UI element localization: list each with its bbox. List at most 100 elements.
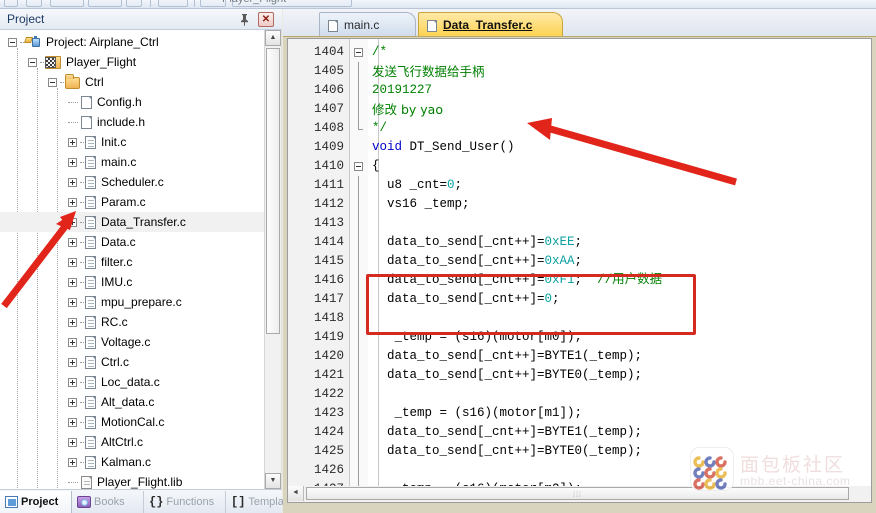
code-line[interactable]: 1404 /* [288,43,871,62]
scroll-left-arrow-icon[interactable]: ◄ [288,486,304,501]
code-line[interactable]: 1425 data_to_send[_cnt++]=BYTE0(_temp); [288,442,871,461]
tree-item-player-flight[interactable]: Player_Flight [0,52,264,72]
toolbar-button-ghost[interactable] [126,0,142,7]
code-editor[interactable]: 1404 /* 1405 发送飞行数据给手柄 1406 20191227 1407 修改 by… [287,38,872,494]
toolbar-button-ghost[interactable] [88,0,122,7]
tree-item-ctrl[interactable]: Ctrl [0,72,264,92]
editor-tab-main-c[interactable]: main.c [319,12,416,36]
code-text[interactable]: 1404 /* 1405 发送飞行数据给手柄 1406 20191227 1407 修改 by… [288,39,871,493]
bottom-tab-project[interactable]: Project [0,491,72,513]
code-line[interactable]: 1407 修改 by yao [288,100,871,119]
expand-icon[interactable] [68,318,77,328]
tree-item-ctrl-c[interactable]: Ctrl.c [0,352,264,372]
tree-item-kalman-c[interactable]: Kalman.c [0,452,264,472]
code-line[interactable]: 1421 data_to_send[_cnt++]=BYTE0(_temp); [288,366,871,385]
bottom-tab-books[interactable]: Books [72,491,144,513]
code-line[interactable]: 1413 [288,214,871,233]
code-line[interactable]: 1416 data_to_send[_cnt++]=0xF1; //用户数据 [288,271,871,290]
collapse-icon[interactable] [8,38,17,48]
expand-icon[interactable] [68,338,77,348]
code-line[interactable]: 1418 [288,309,871,328]
tree-item-config-h[interactable]: Config.h [0,92,264,112]
toolbar-button-ghost[interactable] [50,0,84,7]
code-line[interactable]: 1415 data_to_send[_cnt++]=0xAA; [288,252,871,271]
tree-item-imu-c[interactable]: IMU.c [0,272,264,292]
project-tree[interactable]: Project: Airplane_Ctrl Player_Flight Ctrl C… [0,32,264,489]
editor-horizontal-scrollbar[interactable]: ◄ ⦙⦙⦙ [287,486,872,503]
code-line-text: 20191227 [372,83,433,97]
expand-icon[interactable] [68,458,77,468]
tree-item-rc-c[interactable]: RC.c [0,312,264,332]
scrollbar-thumb[interactable] [266,48,280,334]
scroll-down-arrow-icon[interactable]: ▼ [265,473,281,489]
expand-icon[interactable] [68,438,77,448]
expand-icon[interactable] [68,158,77,168]
code-line[interactable]: 1424 data_to_send[_cnt++]=BYTE1(_temp); [288,423,871,442]
expand-icon[interactable] [68,298,77,308]
tree-item-player-flight-lib[interactable]: Player_Flight.lib [0,472,264,489]
expand-icon[interactable] [68,358,77,368]
code-line[interactable]: 1411 u8 _cnt=0; [288,176,871,195]
code-line[interactable]: 1422 [288,385,871,404]
expand-icon[interactable] [68,278,77,288]
project-tree-scrollbar[interactable]: ▲ ▼ [264,30,281,489]
code-line[interactable]: 1406 20191227 [288,81,871,100]
tree-item-main-c[interactable]: main.c [0,152,264,172]
code-line[interactable]: 1408 */ [288,119,871,138]
toolbar-button-ghost[interactable] [26,0,42,7]
expand-icon[interactable] [68,138,77,148]
collapse-icon[interactable] [28,58,37,68]
code-line[interactable]: 1419 _temp = (s16)(motor[m0]); [288,328,871,347]
expand-icon[interactable] [68,258,77,268]
tree-item-include-h[interactable]: include.h [0,112,264,132]
code-line-text: /* [372,45,388,59]
code-line[interactable]: 1423 _temp = (s16)(motor[m1]); [288,404,871,423]
source-file-icon [85,356,96,370]
tree-item-data-c[interactable]: Data.c [0,232,264,252]
project-pane-tabbar[interactable]: Project Books{} Functions[] Templates [0,489,310,513]
code-line[interactable]: 1414 data_to_send[_cnt++]=0xEE; [288,233,871,252]
expand-icon[interactable] [68,178,77,188]
tree-item-loc-data-c[interactable]: Loc_data.c [0,372,264,392]
expand-icon[interactable] [68,198,77,208]
editor-tab-data-transfer-c[interactable]: Data_Transfer.c [418,12,563,36]
tree-item-alt-data-c[interactable]: Alt_data.c [0,392,264,412]
code-line[interactable]: 1426 [288,461,871,480]
code-line[interactable]: 1409 void DT_Send_User() [288,138,871,157]
tree-item-project-airplane-ctrl[interactable]: Project: Airplane_Ctrl [0,32,264,52]
bottom-tab-functions[interactable]: {} Functions [144,491,226,513]
source-file-icon [85,336,96,350]
expand-icon[interactable] [68,398,77,408]
tree-item-altctrl-c[interactable]: AltCtrl.c [0,432,264,452]
tree-item-filter-c[interactable]: filter.c [0,252,264,272]
code-line[interactable]: 1412 vs16 _temp; [288,195,871,214]
tree-item-mpu-prepare-c[interactable]: mpu_prepare.c [0,292,264,312]
close-icon[interactable]: ✕ [258,12,274,27]
tree-item-init-c[interactable]: Init.c [0,132,264,152]
toolbar-button-ghost[interactable] [158,0,188,7]
tree-item-label: RC.c [101,315,128,329]
expand-icon[interactable] [68,238,77,248]
toolbar-button-ghost[interactable] [4,0,18,7]
tree-item-motioncal-c[interactable]: MotionCal.c [0,412,264,432]
expand-icon[interactable] [68,418,77,428]
tree-item-data-transfer-c[interactable]: Data_Transfer.c [0,212,264,232]
code-line[interactable]: 1417 data_to_send[_cnt++]=0; [288,290,871,309]
expand-icon[interactable] [68,218,77,228]
code-line[interactable]: 1405 发送飞行数据给手柄 [288,62,871,81]
code-line[interactable]: 1420 data_to_send[_cnt++]=BYTE1(_temp); [288,347,871,366]
tree-item-scheduler-c[interactable]: Scheduler.c [0,172,264,192]
fold-collapse-icon[interactable] [354,162,363,171]
collapse-icon[interactable] [48,78,57,88]
tree-item-voltage-c[interactable]: Voltage.c [0,332,264,352]
fold-collapse-icon[interactable] [354,48,363,57]
code-line[interactable]: 1410 { [288,157,871,176]
hscrollbar-thumb[interactable]: ⦙⦙⦙ [306,487,849,500]
scroll-up-arrow-icon[interactable]: ▲ [265,30,281,46]
project-pane-title: Project [7,12,45,26]
tree-item-param-c[interactable]: Param.c [0,192,264,212]
pin-icon[interactable] [238,13,251,26]
expand-icon[interactable] [68,378,77,388]
editor-tabstrip[interactable]: main.c Data_Transfer.c [283,9,876,37]
line-number: 1418 [313,311,344,325]
